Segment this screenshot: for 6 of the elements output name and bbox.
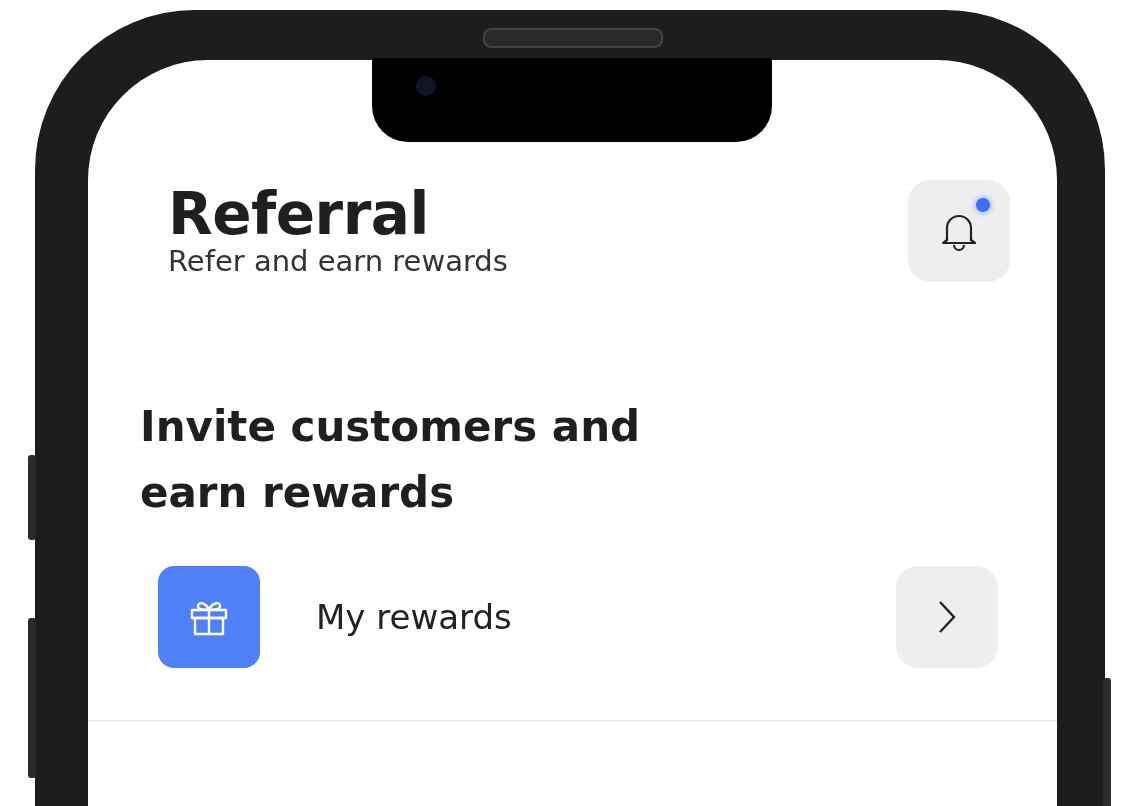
- menu-item-label[interactable]: My rewards: [316, 597, 896, 637]
- chevron-right-icon: [937, 599, 957, 635]
- camera-icon: [416, 76, 436, 96]
- section-heading: Invite customers and earn rewards: [140, 401, 642, 519]
- notification-button[interactable]: [908, 180, 1010, 282]
- unread-dot: [976, 198, 990, 212]
